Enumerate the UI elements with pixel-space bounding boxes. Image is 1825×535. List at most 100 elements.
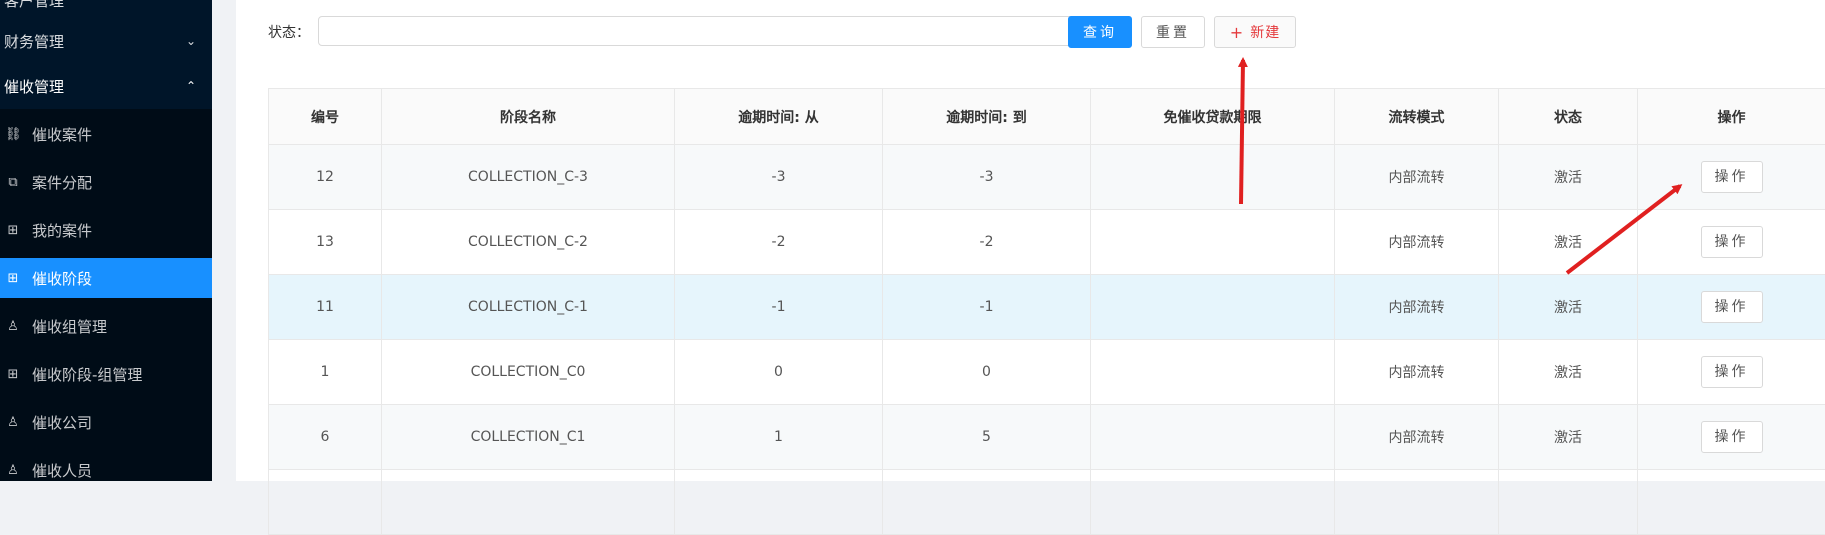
cell-action: 操作 [1638, 340, 1825, 405]
user-icon: ♙ [5, 319, 21, 334]
col-header-exempt-term[interactable]: 免催收贷款期限 [1091, 89, 1335, 145]
sidebar-item-label: 客户管理 [4, 0, 64, 11]
table-row[interactable]: 1 COLLECTION_C0 0 0 内部流转 激活 操作 [269, 340, 1825, 405]
cell-action: 操作 [1638, 210, 1825, 275]
action-button[interactable]: 操作 [1701, 291, 1763, 323]
reset-button[interactable]: 重置 [1141, 16, 1205, 48]
table-header-row: 编号 阶段名称 逾期时间: 从 逾期时间: 到 免催收贷款期限 流转模式 状态 … [269, 89, 1825, 145]
cell-from: 1 [675, 405, 883, 470]
chevron-down-icon: ⌄ [186, 34, 196, 48]
cell-to: -3 [883, 145, 1091, 210]
cell-mode: 内部流转 [1335, 275, 1499, 340]
cell-id: 12 [269, 145, 382, 210]
gift-icon: ⊞ [5, 223, 21, 238]
cell-mode: 内部流转 [1335, 405, 1499, 470]
sidebar-item-groups[interactable]: ♙ 催收组管理 [0, 306, 212, 346]
cell-status: 激活 [1499, 145, 1638, 210]
cell-action [1638, 470, 1825, 535]
sidebar-item-label: 催收人员 [32, 460, 92, 481]
status-filter-label: 状态： [268, 22, 310, 42]
table-row[interactable]: 11 COLLECTION_C-1 -1 -1 内部流转 激活 操作 [269, 275, 1825, 340]
action-button[interactable]: 操作 [1701, 161, 1763, 193]
cell-from: 0 [675, 340, 883, 405]
sidebar-item-stages[interactable]: ⊞ 催收阶段 [0, 258, 212, 298]
user-icon: ♙ [5, 415, 21, 430]
cell-mode: 内部流转 [1335, 340, 1499, 405]
sidebar-item-customer[interactable]: 客户管理 [0, 0, 212, 20]
table-row[interactable]: 12 COLLECTION_C-3 -3 -3 内部流转 激活 操作 [269, 145, 1825, 210]
cell-from: -1 [675, 275, 883, 340]
cell-name: COLLECTION_C-2 [382, 210, 675, 275]
reset-button-label: 重置 [1156, 22, 1190, 42]
cell-action: 操作 [1638, 405, 1825, 470]
sidebar-item-label: 案件分配 [32, 172, 92, 193]
sidebar-item-staff[interactable]: ♙ 催收人员 [0, 450, 212, 481]
query-button[interactable]: 查询 [1068, 16, 1132, 48]
cell-mode: 内部流转 [1335, 210, 1499, 275]
cell-name [382, 470, 675, 535]
stage-table: 编号 阶段名称 逾期时间: 从 逾期时间: 到 免催收贷款期限 流转模式 状态 … [268, 88, 1825, 535]
sidebar-item-cases[interactable]: ⛓ 催收案件 [0, 114, 212, 154]
action-button[interactable]: 操作 [1701, 356, 1763, 388]
sidebar-item-assignment[interactable]: ⧉ 案件分配 [0, 162, 212, 202]
sidebar-item-finance[interactable]: 财务管理 ⌄ [0, 21, 212, 61]
cell-name: COLLECTION_C-3 [382, 145, 675, 210]
new-button-label: 新建 [1250, 22, 1280, 42]
new-button[interactable]: + 新建 [1214, 16, 1296, 48]
sidebar-item-collection[interactable]: 催收管理 ⌃ [0, 66, 212, 106]
table-row[interactable]: 13 COLLECTION_C-2 -2 -2 内部流转 激活 操作 [269, 210, 1825, 275]
cell-from: -3 [675, 145, 883, 210]
sidebar-item-label: 催收公司 [32, 412, 92, 433]
cell-exempt [1091, 275, 1335, 340]
cell-name: COLLECTION_C0 [382, 340, 675, 405]
sidebar-item-label: 我的案件 [32, 220, 92, 241]
table-row[interactable] [269, 470, 1825, 535]
sidebar-item-label: 财务管理 [4, 31, 64, 52]
cell-to [883, 470, 1091, 535]
cell-action: 操作 [1638, 145, 1825, 210]
col-header-overdue-from[interactable]: 逾期时间: 从 [675, 89, 883, 145]
plus-icon: + [1230, 23, 1244, 42]
cell-status [1499, 470, 1638, 535]
cell-name: COLLECTION_C-1 [382, 275, 675, 340]
cell-to: -1 [883, 275, 1091, 340]
cell-mode [1335, 470, 1499, 535]
col-header-flow-mode[interactable]: 流转模式 [1335, 89, 1499, 145]
sidebar-item-my-cases[interactable]: ⊞ 我的案件 [0, 210, 212, 250]
chevron-up-icon: ⌃ [186, 79, 196, 93]
col-header-id[interactable]: 编号 [269, 89, 382, 145]
sidebar-item-companies[interactable]: ♙ 催收公司 [0, 402, 212, 442]
cell-name: COLLECTION_C1 [382, 405, 675, 470]
cell-id: 13 [269, 210, 382, 275]
cell-from [675, 470, 883, 535]
sidebar-item-label: 催收管理 [4, 76, 64, 97]
link-icon: ⛓ [5, 127, 21, 142]
user-icon: ♙ [5, 463, 21, 478]
cell-id: 1 [269, 340, 382, 405]
action-button[interactable]: 操作 [1701, 226, 1763, 258]
gift-icon: ⊞ [5, 271, 21, 286]
col-header-status[interactable]: 状态 [1499, 89, 1638, 145]
cell-exempt [1091, 340, 1335, 405]
cell-to: -2 [883, 210, 1091, 275]
action-button[interactable]: 操作 [1701, 421, 1763, 453]
cell-status: 激活 [1499, 210, 1638, 275]
cell-mode: 内部流转 [1335, 145, 1499, 210]
gift-icon: ⊞ [5, 367, 21, 382]
cell-action: 操作 [1638, 275, 1825, 340]
cell-exempt [1091, 405, 1335, 470]
sidebar-item-stage-groups[interactable]: ⊞ 催收阶段-组管理 [0, 354, 212, 394]
assign-icon: ⧉ [5, 175, 21, 190]
status-select[interactable]: ⌄ [318, 16, 1103, 46]
cell-exempt [1091, 145, 1335, 210]
cell-status: 激活 [1499, 405, 1638, 470]
cell-exempt [1091, 210, 1335, 275]
cell-exempt [1091, 470, 1335, 535]
cell-status: 激活 [1499, 340, 1638, 405]
col-header-overdue-to[interactable]: 逾期时间: 到 [883, 89, 1091, 145]
sidebar-item-label: 催收阶段-组管理 [32, 364, 142, 385]
cell-from: -2 [675, 210, 883, 275]
col-header-name[interactable]: 阶段名称 [382, 89, 675, 145]
table-row[interactable]: 6 COLLECTION_C1 1 5 内部流转 激活 操作 [269, 405, 1825, 470]
cell-to: 0 [883, 340, 1091, 405]
